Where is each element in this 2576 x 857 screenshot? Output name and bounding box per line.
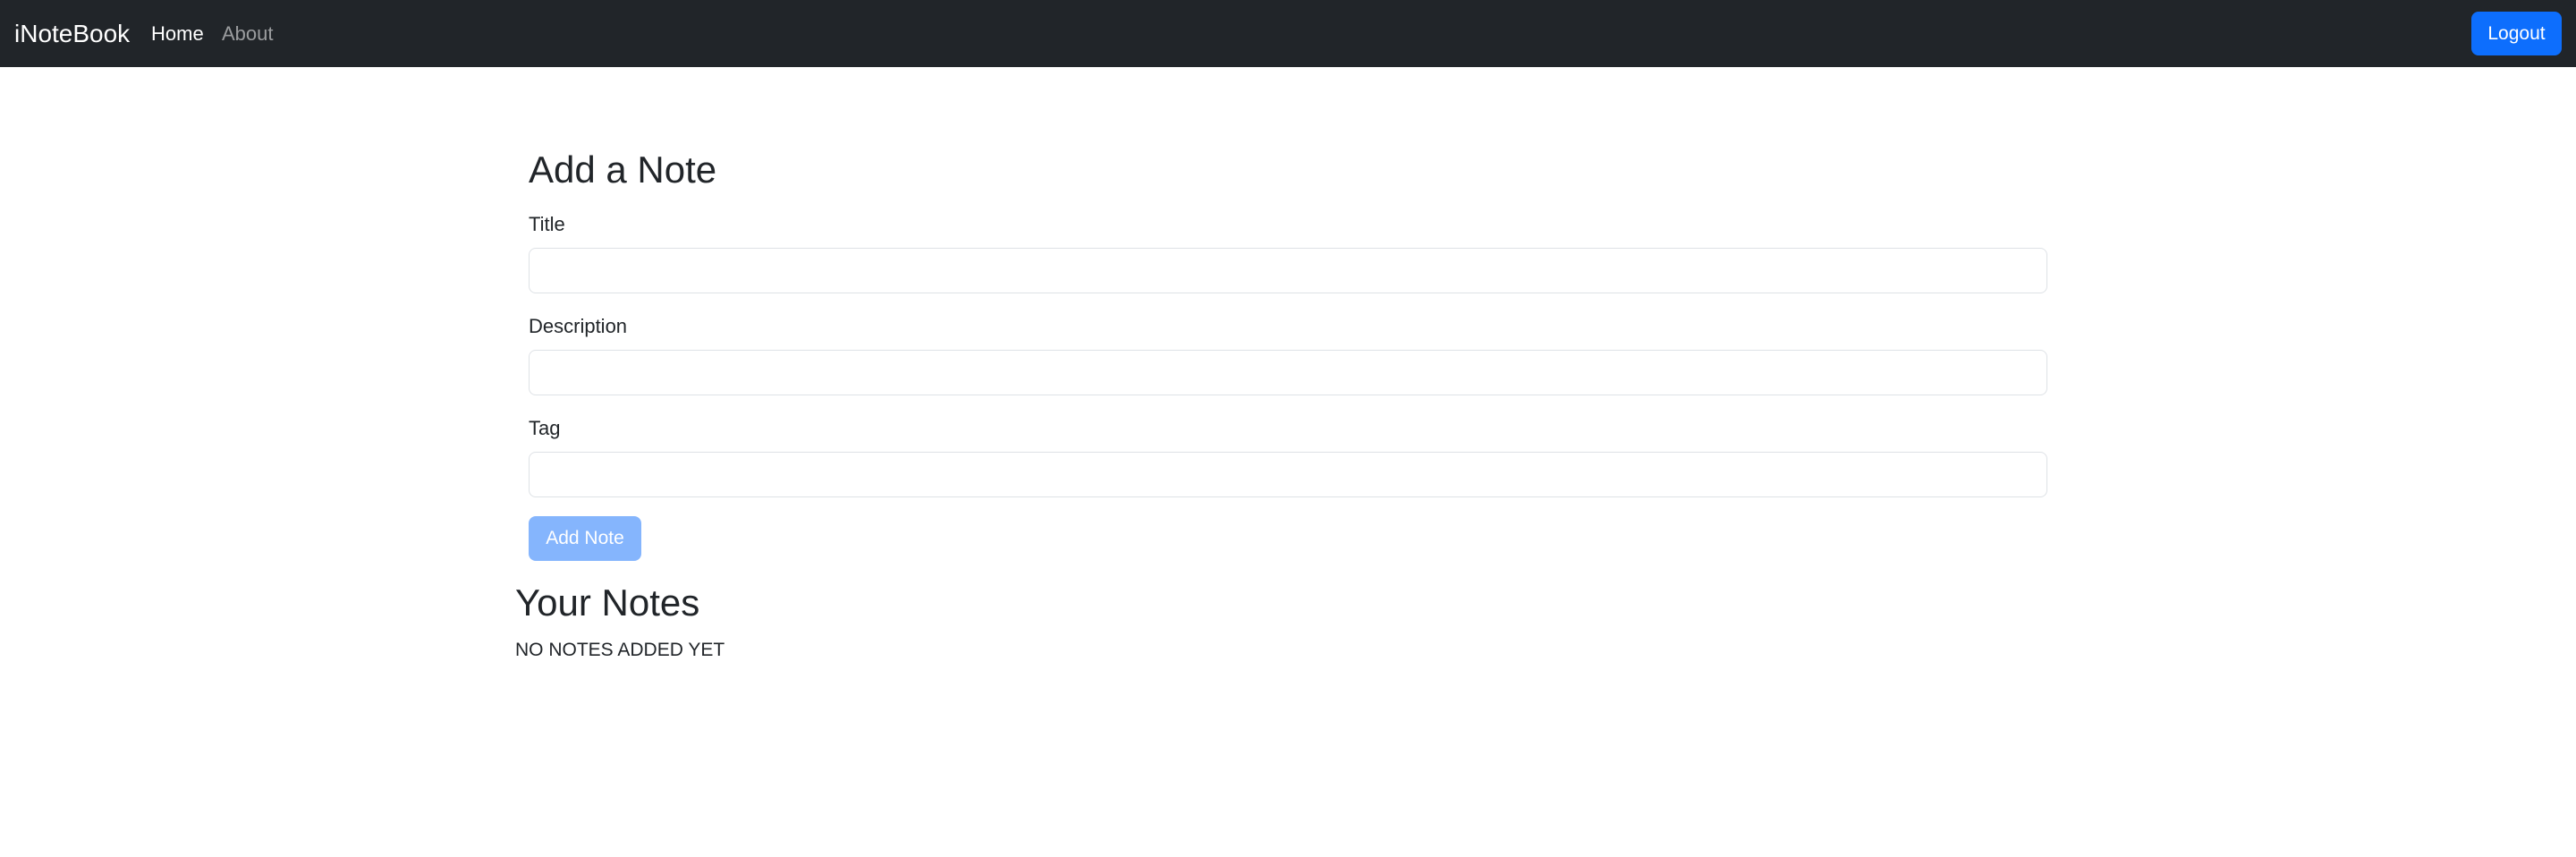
- your-notes-heading: Your Notes: [515, 581, 700, 624]
- logout-button[interactable]: Logout: [2471, 12, 2562, 55]
- add-note-heading: Add a Note: [529, 148, 717, 191]
- navbar: iNoteBook Home About Logout: [0, 0, 2576, 67]
- add-note-button[interactable]: Add Note: [529, 516, 641, 561]
- title-input[interactable]: [529, 248, 2047, 293]
- nav-link-home[interactable]: Home: [151, 0, 204, 67]
- tag-input[interactable]: [529, 452, 2047, 497]
- tag-label: Tag: [529, 417, 561, 439]
- description-input[interactable]: [529, 350, 2047, 395]
- brand-link[interactable]: iNoteBook: [14, 0, 130, 67]
- title-label: Title: [529, 213, 565, 235]
- empty-notes-message: NO NOTES ADDED YET: [515, 640, 725, 660]
- description-label: Description: [529, 315, 628, 337]
- nav-link-about[interactable]: About: [222, 0, 274, 67]
